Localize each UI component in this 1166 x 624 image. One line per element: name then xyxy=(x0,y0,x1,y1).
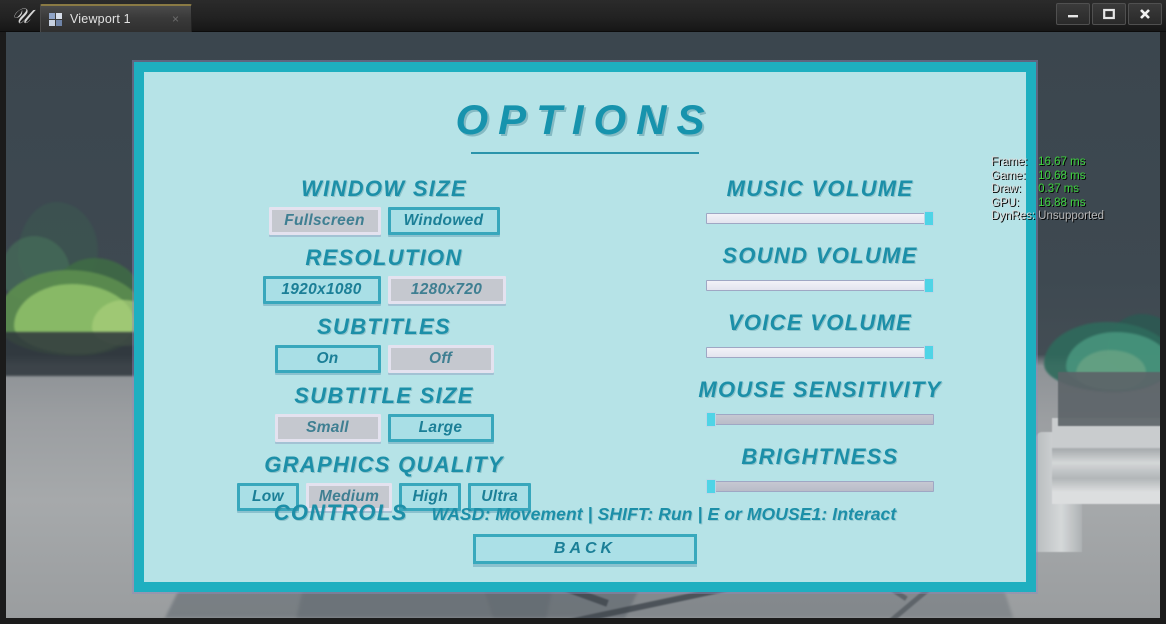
tab-close-icon[interactable]: × xyxy=(169,13,182,26)
slider-track xyxy=(706,347,934,358)
setting-label-brightness: BRIGHTNESS xyxy=(741,444,899,469)
maximize-button[interactable] xyxy=(1092,3,1126,25)
setting-group-mouse-sensitivity: MOUSE SENSITIVITY xyxy=(610,377,1030,427)
stat-row: GPU: 16.88 ms xyxy=(991,197,1104,211)
planter-left xyxy=(6,332,154,376)
title-bar: 𝒰 Viewport 1 × xyxy=(0,0,1166,32)
stat-key: Frame: xyxy=(991,156,1028,168)
page-title: OPTIONS xyxy=(455,96,715,143)
controls-hint: WASD: Movement | SHIFT: Run | E or MOUSE… xyxy=(431,504,897,524)
slider-handle[interactable] xyxy=(706,412,716,427)
tab-viewport-1[interactable]: Viewport 1 × xyxy=(40,4,192,32)
slider-mouse-sensitivity[interactable] xyxy=(706,412,934,427)
slider-sound-volume[interactable] xyxy=(706,278,934,293)
setting-group-brightness: BRIGHTNESS xyxy=(610,444,1030,494)
back-button[interactable]: BACK xyxy=(473,534,697,564)
stat-value: 10.68 ms xyxy=(1038,169,1086,182)
setting-label-subtitle-size: SUBTITLE SIZE xyxy=(294,383,474,408)
settings-column-right: MUSIC VOLUME SOUND VOLUME VOICE VOLUME M… xyxy=(610,176,1030,511)
unreal-engine-logo-icon: 𝒰 xyxy=(11,3,31,28)
game-viewport[interactable]: OPTIONS WINDOW SIZE Fullscreen Windowed … xyxy=(6,32,1160,618)
setting-label-voice-volume: VOICE VOLUME xyxy=(727,310,913,335)
maximize-icon xyxy=(1103,8,1115,20)
stat-value: 16.67 ms xyxy=(1038,156,1086,168)
setting-label-graphics-quality: GRAPHICS QUALITY xyxy=(264,452,504,477)
stat-value: 0.37 ms xyxy=(1038,183,1080,196)
settings-column-left: WINDOW SIZE Fullscreen Windowed RESOLUTI… xyxy=(174,176,594,521)
slider-track xyxy=(706,280,934,291)
stat-row: DynRes: Unsupported xyxy=(991,210,1104,224)
performance-stats-overlay: Frame: 16.67 ms Game: 10.68 ms Draw: 0.3… xyxy=(991,156,1104,224)
setting-group-resolution: RESOLUTION 1920x1080 1280x720 xyxy=(174,245,594,304)
slider-handle[interactable] xyxy=(706,479,716,494)
setting-group-subtitles: SUBTITLES On Off xyxy=(174,314,594,373)
option-subtitle-large[interactable]: Large xyxy=(387,414,494,442)
option-subtitle-small[interactable]: Small xyxy=(274,414,381,442)
stat-value: Unsupported xyxy=(1038,210,1104,223)
tab-label: Viewport 1 xyxy=(70,12,131,26)
setting-group-sound-volume: SOUND VOLUME xyxy=(610,243,1030,293)
slider-music-volume[interactable] xyxy=(706,211,934,226)
planter-right xyxy=(1058,372,1160,426)
stat-row: Game: 10.68 ms xyxy=(991,170,1104,184)
slider-handle[interactable] xyxy=(924,211,934,226)
stat-key: Game: xyxy=(991,169,1026,182)
setting-label-mouse-sensitivity: MOUSE SENSITIVITY xyxy=(698,377,942,402)
setting-group-voice-volume: VOICE VOLUME xyxy=(610,310,1030,360)
stat-row: Frame: 16.67 ms xyxy=(991,156,1104,170)
window-controls xyxy=(1056,3,1162,25)
stat-key: GPU: xyxy=(991,196,1020,209)
setting-label-window-size: WINDOW SIZE xyxy=(301,176,467,201)
slider-track xyxy=(706,481,934,492)
option-subtitles-off[interactable]: Off xyxy=(387,345,494,373)
slider-voice-volume[interactable] xyxy=(706,345,934,360)
slider-brightness[interactable] xyxy=(706,479,934,494)
setting-label-subtitles: SUBTITLES xyxy=(317,314,451,339)
option-subtitles-on[interactable]: On xyxy=(274,345,381,373)
minimize-button[interactable] xyxy=(1056,3,1090,25)
option-1920x1080[interactable]: 1920x1080 xyxy=(262,276,381,304)
close-button[interactable] xyxy=(1128,3,1162,25)
setting-group-music-volume: MUSIC VOLUME xyxy=(610,176,1030,226)
steps-right xyxy=(1052,418,1160,504)
slider-handle[interactable] xyxy=(924,278,934,293)
setting-label-music-volume: MUSIC VOLUME xyxy=(726,176,914,201)
close-icon xyxy=(1140,9,1150,19)
slider-track xyxy=(706,414,934,425)
slider-handle[interactable] xyxy=(924,345,934,360)
option-fullscreen[interactable]: Fullscreen xyxy=(268,207,381,235)
title-underline xyxy=(471,152,699,154)
setting-group-window-size: WINDOW SIZE Fullscreen Windowed xyxy=(174,176,594,235)
options-menu-panel: OPTIONS WINDOW SIZE Fullscreen Windowed … xyxy=(134,62,1036,592)
controls-row: CONTROLS WASD: Movement | SHIFT: Run | E… xyxy=(144,500,1026,526)
option-windowed[interactable]: Windowed xyxy=(387,207,500,235)
stat-key: DynRes: xyxy=(991,210,1036,223)
stat-key: Draw: xyxy=(991,183,1022,196)
setting-label-sound-volume: SOUND VOLUME xyxy=(722,243,918,268)
minimize-icon xyxy=(1068,15,1078,18)
viewport-grid-icon xyxy=(49,12,62,26)
setting-group-subtitle-size: SUBTITLE SIZE Small Large xyxy=(174,383,594,442)
option-1280x720[interactable]: 1280x720 xyxy=(387,276,506,304)
controls-label: CONTROLS xyxy=(273,500,408,525)
stat-value: 16.88 ms xyxy=(1038,196,1086,209)
unreal-game-window: 𝒰 Viewport 1 × OPTIONS WINDOW SIZE Fulls… xyxy=(0,0,1166,624)
stat-row: Draw: 0.37 ms xyxy=(991,183,1104,197)
setting-label-resolution: RESOLUTION xyxy=(305,245,463,270)
slider-track xyxy=(706,213,934,224)
